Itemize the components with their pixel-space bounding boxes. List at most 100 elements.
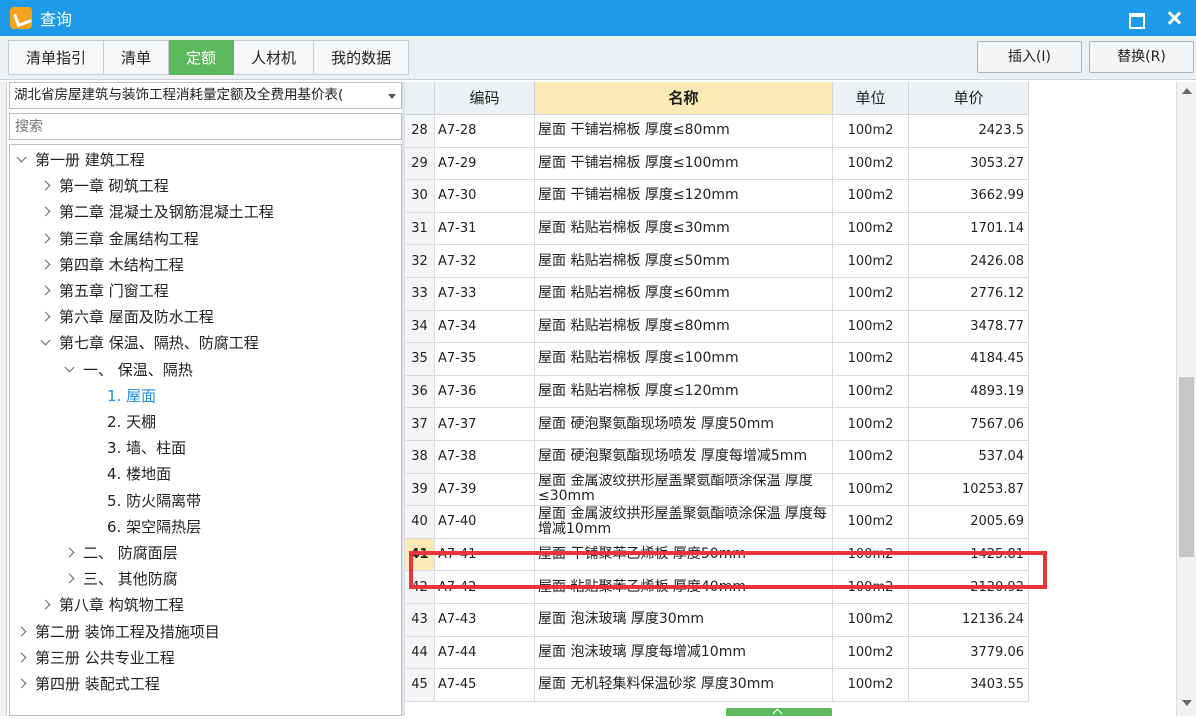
row-index: 32 <box>405 245 435 278</box>
table-row[interactable]: 45 A7-45 屋面 无机轻集料保温砂浆 厚度30mm 100m2 3403.55 <box>405 669 1030 702</box>
table-row[interactable]: 33 A7-33 屋面 粘贴岩棉板 厚度≤60mm 100m2 2776.12 <box>405 278 1030 311</box>
row-index: 38 <box>405 441 435 474</box>
insert-button[interactable]: 插入(I) <box>977 41 1082 73</box>
tree-node[interactable]: 第三章 金属结构工程 <box>40 227 199 251</box>
row-index: 45 <box>405 669 435 702</box>
table-row[interactable]: 44 A7-44 屋面 泡沫玻璃 厚度每增减10mm 100m2 3779.06 <box>405 636 1030 670</box>
tree-node[interactable]: 第四册 装配式工程 <box>16 672 160 696</box>
row-name: 屋面 粘贴岩棉板 厚度≤100mm <box>535 343 833 376</box>
tree-node[interactable]: 第六章 屋面及防水工程 <box>40 305 214 329</box>
maximize-icon[interactable] <box>1128 10 1145 29</box>
tree-node[interactable]: 第二册 装饰工程及措施项目 <box>16 620 220 644</box>
row-code: A7-41 <box>435 538 535 572</box>
header-unit[interactable]: 单位 <box>833 82 909 115</box>
row-index: 28 <box>405 115 435 148</box>
row-index: 40 <box>405 506 435 539</box>
table-row[interactable]: 31 A7-31 屋面 粘贴岩棉板 厚度≤30mm 100m2 1701.14 <box>405 212 1030 246</box>
table-row[interactable]: 43 A7-43 屋面 泡沫玻璃 厚度30mm 100m2 12136.24 <box>405 604 1030 637</box>
table-row[interactable]: 37 A7-37 屋面 硬泡聚氨酯现场喷发 厚度50mm 100m2 7567.06 <box>405 408 1030 441</box>
row-price: 3662.99 <box>909 180 1029 213</box>
tree-node-label: 3. 墙、柱面 <box>107 439 187 458</box>
chevron-right-icon[interactable] <box>40 285 51 296</box>
tree-node[interactable]: 2. 天棚 <box>107 410 156 434</box>
row-name: 屋面 粘贴岩棉板 厚度≤120mm <box>535 375 833 409</box>
row-name: 屋面 干铺岩棉板 厚度≤80mm <box>535 115 833 148</box>
tree-node[interactable]: 第五章 门窗工程 <box>40 279 169 303</box>
table-row[interactable]: 42 A7-42 屋面 粘贴聚苯乙烯板 厚度40mm 100m2 2120.92 <box>405 571 1030 604</box>
table-row[interactable]: 32 A7-32 屋面 粘贴岩棉板 厚度≤50mm 100m2 2426.08 <box>405 245 1030 278</box>
chevron-right-icon[interactable] <box>40 599 51 610</box>
close-icon[interactable] <box>1166 10 1182 26</box>
chevron-right-icon[interactable] <box>64 547 75 558</box>
tree-node[interactable]: 1. 屋面 <box>107 384 156 408</box>
row-price: 3478.77 <box>909 310 1029 344</box>
table-row[interactable]: 41 A7-41 屋面 干铺聚苯乙烯板 厚度50mm 100m2 1425.81 <box>405 538 1030 572</box>
row-name: 屋面 无机轻集料保温砂浆 厚度30mm <box>535 669 833 702</box>
tree-node[interactable]: 3. 墙、柱面 <box>107 436 186 460</box>
table-row[interactable]: 40 A7-40 屋面 金属波纹拱形屋盖聚氨酯喷涂保温 厚度每增减10mm 100m2… <box>405 506 1030 539</box>
scroll-thumb[interactable] <box>1179 377 1194 557</box>
library-select[interactable]: 湖北省房屋建筑与装饰工程消耗量定额及全费用基价表( <box>9 82 402 109</box>
tree-node[interactable]: 6. 架空隔热层 <box>107 515 201 539</box>
chevron-down-icon[interactable] <box>16 152 27 163</box>
tree-node[interactable]: 第一章 砌筑工程 <box>40 174 169 198</box>
header-price[interactable]: 单价 <box>909 82 1029 115</box>
scroll-down-icon[interactable] <box>1182 700 1192 706</box>
chevron-right-icon[interactable] <box>16 626 27 637</box>
scroll-up-icon[interactable] <box>1182 88 1192 94</box>
chevron-right-icon[interactable] <box>40 311 51 322</box>
chevron-right-icon[interactable] <box>16 652 27 663</box>
tab-0[interactable]: 清单指引 <box>8 40 105 75</box>
tab-4[interactable]: 我的数据 <box>314 40 410 75</box>
tree-node[interactable]: 4. 楼地面 <box>107 462 171 486</box>
table-row[interactable]: 39 A7-39 屋面 金属波纹拱形屋盖聚氨酯喷涂保温 厚度≤30mm 100m2 10… <box>405 473 1030 507</box>
table-row[interactable]: 36 A7-36 屋面 粘贴岩棉板 厚度≤120mm 100m2 4893.19 <box>405 375 1030 409</box>
table-row[interactable]: 30 A7-30 屋面 干铺岩棉板 厚度≤120mm 100m2 3662.99 <box>405 180 1030 213</box>
tree-node[interactable]: 一、 保温、隔热 <box>64 358 193 382</box>
chevron-down-icon[interactable] <box>40 335 51 346</box>
tree-node[interactable]: 第四章 木结构工程 <box>40 253 184 277</box>
expand-grip-icon[interactable] <box>726 708 832 716</box>
header-code[interactable]: 编码 <box>435 82 535 115</box>
tab-bar: 清单指引 清单 定额 人材机 我的数据 插入(I) 替换(R) <box>0 36 1196 80</box>
tree-node[interactable]: 第八章 构筑物工程 <box>40 593 184 617</box>
replace-button[interactable]: 替换(R) <box>1089 41 1194 73</box>
table-row[interactable]: 34 A7-34 屋面 粘贴岩棉板 厚度≤80mm 100m2 3478.77 <box>405 310 1030 344</box>
row-index: 30 <box>405 180 435 213</box>
title-bar: 查询 <box>0 0 1196 36</box>
row-name: 屋面 硬泡聚氨酯现场喷发 厚度每增减5mm <box>535 441 833 474</box>
table-row[interactable]: 28 A7-28 屋面 干铺岩棉板 厚度≤80mm 100m2 2423.5 <box>405 115 1030 148</box>
chevron-right-icon[interactable] <box>40 206 51 217</box>
row-unit: 100m2 <box>833 375 909 409</box>
row-code: A7-40 <box>435 506 535 539</box>
vertical-scrollbar[interactable] <box>1176 82 1196 716</box>
chevron-right-icon[interactable] <box>40 180 51 191</box>
library-select-value: 湖北省房屋建筑与装饰工程消耗量定额及全费用基价表( <box>14 87 344 103</box>
row-code: A7-35 <box>435 343 535 376</box>
row-code: A7-37 <box>435 408 535 441</box>
tab-2[interactable]: 定额 <box>169 40 235 75</box>
chevron-right-icon[interactable] <box>40 233 51 244</box>
tree-node[interactable]: 二、 防腐面层 <box>64 541 178 565</box>
row-name: 屋面 泡沫玻璃 厚度每增减10mm <box>535 636 833 670</box>
row-index: 34 <box>405 310 435 344</box>
header-name[interactable]: 名称 <box>535 82 833 115</box>
table-row[interactable]: 38 A7-38 屋面 硬泡聚氨酯现场喷发 厚度每增减5mm 100m2 537.04 <box>405 441 1030 474</box>
chevron-right-icon[interactable] <box>16 678 27 689</box>
chevron-down-icon[interactable] <box>64 362 75 373</box>
table-row[interactable]: 29 A7-29 屋面 干铺岩棉板 厚度≤100mm 100m2 3053.27 <box>405 147 1030 181</box>
tree-node[interactable]: 三、 其他防腐 <box>64 567 178 591</box>
tree-node[interactable]: 第二章 混凝土及钢筋混凝土工程 <box>40 200 274 224</box>
chevron-right-icon[interactable] <box>64 573 75 584</box>
tree-node[interactable]: 第三册 公共专业工程 <box>16 646 175 670</box>
row-price: 1701.14 <box>909 212 1029 246</box>
tree-node[interactable]: 5. 防火隔离带 <box>107 489 201 513</box>
tree-node[interactable]: 第七章 保温、隔热、防腐工程 <box>40 331 259 355</box>
tab-3[interactable]: 人材机 <box>234 40 315 75</box>
table-row[interactable]: 35 A7-35 屋面 粘贴岩棉板 厚度≤100mm 100m2 4184.45 <box>405 343 1030 376</box>
tree-node[interactable]: 第一册 建筑工程 <box>16 148 145 172</box>
tab-1[interactable]: 清单 <box>104 40 170 75</box>
search-input[interactable] <box>9 113 402 140</box>
chevron-right-icon[interactable] <box>40 259 51 270</box>
row-unit: 100m2 <box>833 147 909 181</box>
